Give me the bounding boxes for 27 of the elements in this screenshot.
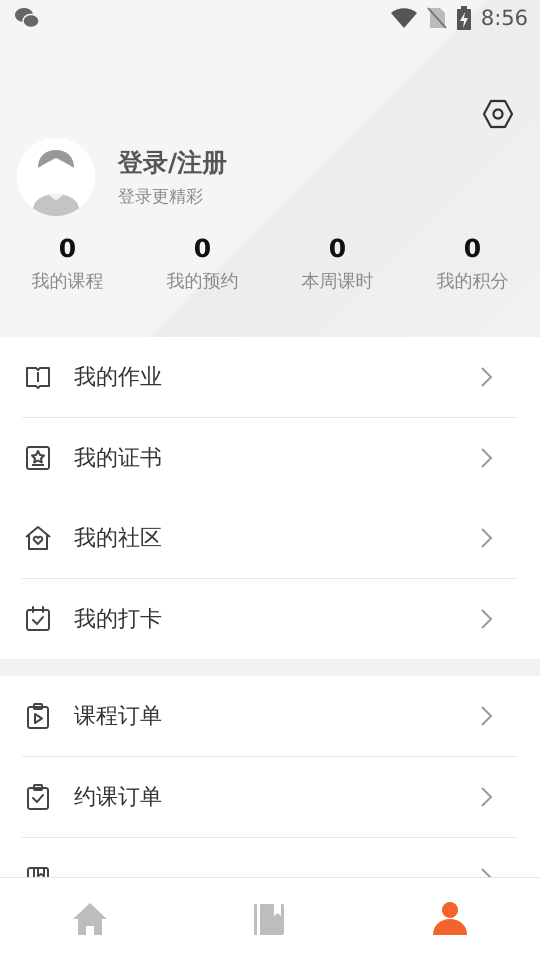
house-heart-icon [24,524,52,552]
wifi-icon [390,8,417,28]
chat-app-icon [14,7,40,29]
login-subtitle: 登录更精彩 [118,186,204,208]
stat-value: 0 [58,234,76,263]
chevron-right-icon [480,366,494,388]
stat-value: 0 [464,234,482,263]
clipboard-check-icon [24,783,52,811]
certificate-icon [24,444,52,472]
stat-label: 我的积分 [436,270,508,293]
stat-label: 本周课时 [302,270,374,293]
no-sim-icon [426,7,447,29]
stat-value: 0 [328,234,346,263]
stat-label: 我的预约 [166,270,238,293]
chevron-right-icon [480,786,494,808]
stat-value: 0 [194,234,212,263]
settings-icon[interactable] [482,98,514,130]
battery-charging-icon [456,6,471,30]
clock-time: 8:56 [480,6,528,30]
clipboard-play-icon [24,702,52,730]
chevron-right-icon [480,527,494,549]
chevron-right-icon [480,608,494,630]
login-link[interactable]: 登录/注册 [118,146,228,179]
chevron-right-icon [480,447,494,469]
calendar-check-icon [24,605,52,633]
stat-label: 我的课程 [32,270,104,293]
chevron-right-icon [480,705,494,727]
